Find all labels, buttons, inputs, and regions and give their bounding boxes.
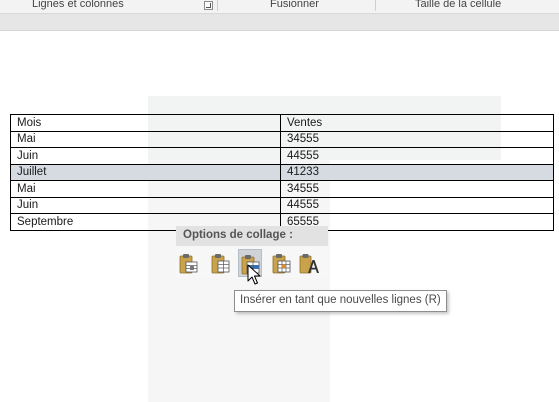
ribbon-strip: Lignes et colonnes Fusionner Taille de l… [0,0,559,31]
table-row: Juin 44555 [10,196,554,214]
group-label-cell-size: Taille de la cellule [415,0,502,10]
table-cell-month[interactable]: Juillet [10,163,281,181]
group-divider [375,0,376,11]
table-cell-month[interactable]: Juin [10,196,281,214]
paste-overwrite-cells-icon [272,254,291,274]
table-row-selected: Juillet 41233 [10,163,554,181]
paste-overwrite-cells-button[interactable] [270,249,294,277]
mouse-pointer-icon [247,264,261,285]
paste-merge-table-button[interactable] [209,249,233,277]
paste-text-only-button[interactable] [297,249,321,277]
table-cell-month[interactable]: Mai [10,180,281,198]
table-row: Juin 44555 [10,147,554,165]
paste-nested-table-button[interactable] [177,249,201,277]
table-cell-sales[interactable]: 44555 [280,147,554,165]
table-row: Mois Ventes [10,114,554,132]
sales-table: Mois Ventes Mai 34555 Juin 44555 Juillet… [10,114,554,231]
paste-nested-table-icon [179,254,198,274]
paste-options-title: Options de collage : [176,226,328,246]
table-cell-month[interactable]: Mai [10,130,281,148]
group-label-rows-columns: Lignes et colonnes [32,0,124,10]
table-row: Mai 34555 [10,130,554,148]
group-divider [217,0,218,11]
table-cell-sales[interactable]: 44555 [280,196,554,214]
table-row: Mai 34555 [10,180,554,198]
table-cell-sales[interactable]: 34555 [280,180,554,198]
table-cell-sales[interactable]: 34555 [280,130,554,148]
paste-merge-table-icon [211,254,230,274]
ribbon-lower-band [0,13,559,30]
table-cell-sales[interactable]: 41233 [280,163,554,181]
ribbon-group-labels: Lignes et colonnes Fusionner Taille de l… [0,0,559,12]
paste-text-only-icon [299,254,319,274]
group-label-merge: Fusionner [270,0,319,10]
table-cell-sales[interactable]: Ventes [280,114,554,132]
table-cell-month[interactable]: Mois [10,114,281,132]
tooltip: Insérer en tant que nouvelles lignes (R) [234,290,447,312]
table-cell-month[interactable]: Juin [10,147,281,165]
dialog-launcher-icon[interactable] [204,1,213,10]
